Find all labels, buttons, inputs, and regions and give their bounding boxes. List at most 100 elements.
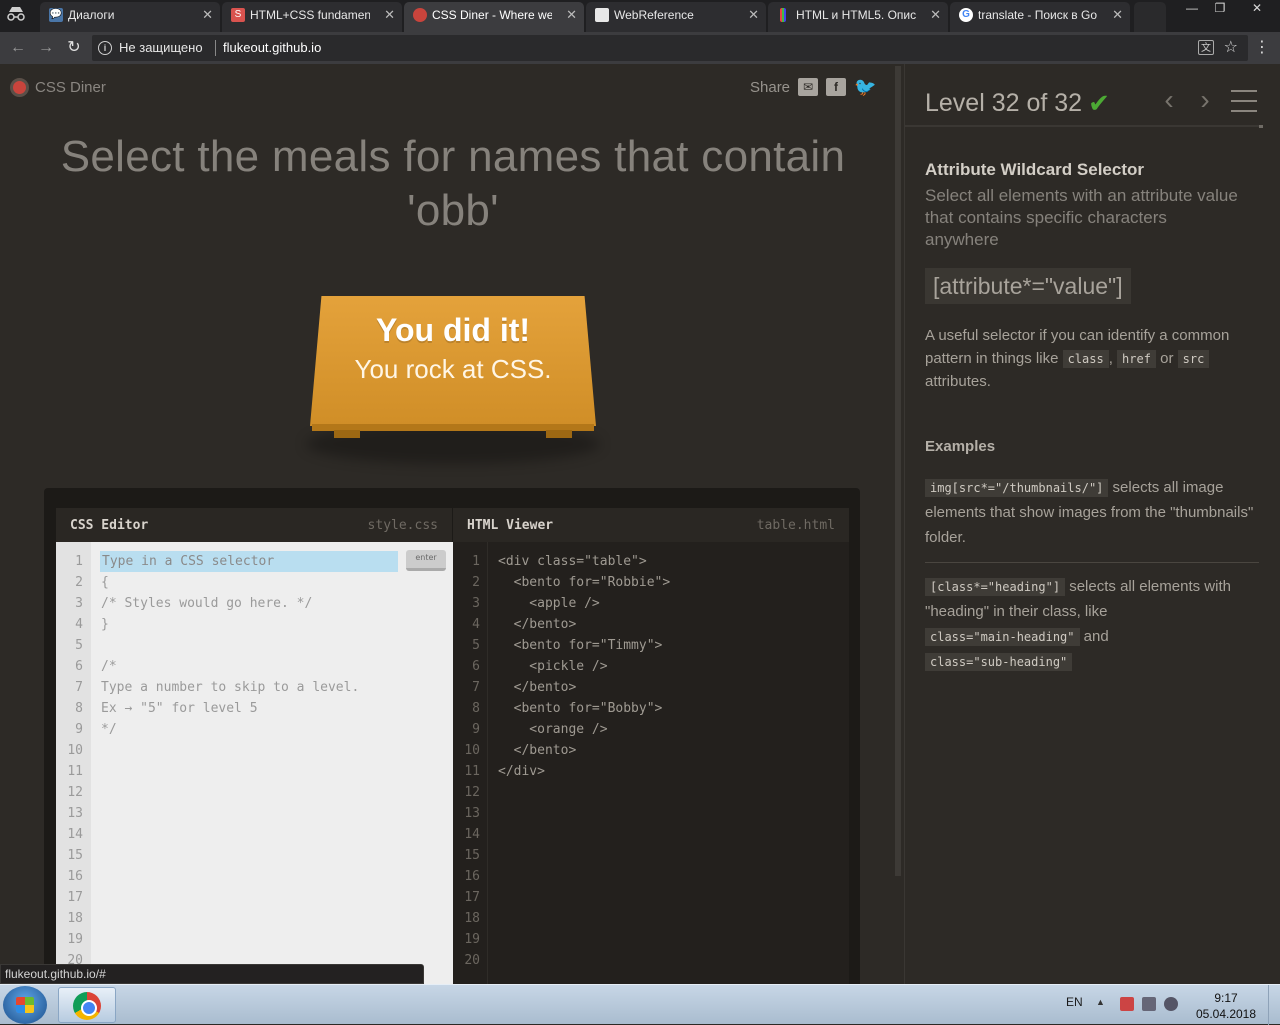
line-number: 3: [472, 596, 480, 611]
selector-help: A useful selector if you can identify a …: [925, 324, 1261, 393]
success-title: You did it!: [375, 312, 531, 348]
twitter-icon[interactable]: 🐦: [854, 78, 876, 96]
code-text: <orange />: [498, 722, 608, 737]
help-text: attributes.: [925, 373, 991, 390]
level-indicator: Level 32 of 32 ✔: [925, 88, 1110, 119]
code-text: */: [101, 722, 117, 737]
help-text: ,: [1108, 350, 1113, 367]
system-clock[interactable]: 9:17 05.04.2018: [1186, 990, 1266, 1022]
windows-taskbar: EN ▲ 9:17 05.04.2018: [0, 984, 1280, 1025]
html-favicon-icon: [780, 8, 786, 22]
line-number: 15: [67, 848, 83, 863]
tray-expand-icon[interactable]: ▲: [1096, 997, 1105, 1007]
url-text[interactable]: flukeout.github.io: [223, 35, 321, 61]
line-number: 16: [464, 869, 480, 884]
line-number: 12: [67, 785, 83, 800]
example-code: class="sub-heading": [925, 653, 1073, 671]
line-number: 5: [472, 638, 480, 653]
network-icon[interactable]: [1142, 997, 1156, 1011]
code-text: Type a number to skip to a level.: [101, 680, 360, 695]
line-number: 20: [464, 953, 480, 968]
new-tab-button[interactable]: [1134, 2, 1166, 32]
tab-dialogs[interactable]: 💬 Диалоги ✕: [40, 2, 220, 32]
css-selector-input[interactable]: [100, 551, 398, 572]
line-number: 2: [472, 575, 480, 590]
line-number: 10: [67, 743, 83, 758]
google-favicon-icon: G: [959, 8, 973, 22]
site-logo[interactable]: CSS Diner: [10, 78, 106, 97]
css-editor-title: CSS Editor: [70, 517, 149, 533]
logo-text: CSS Diner: [35, 79, 106, 96]
back-arrow-icon[interactable]: ←: [8, 38, 28, 58]
share-label: Share: [750, 78, 791, 96]
reload-icon[interactable]: ↻: [64, 38, 84, 58]
code-text: <bento for="Timmy">: [498, 638, 663, 653]
bookmark-star-icon[interactable]: ☆: [1224, 37, 1238, 57]
close-icon[interactable]: ✕: [566, 2, 577, 28]
info-icon[interactable]: i: [98, 41, 112, 55]
code-text: /*: [101, 659, 117, 674]
html-viewer-title: HTML Viewer: [467, 517, 554, 533]
css-diner-page: CSS Diner Share ✉ f 🐦 Select the meals f…: [0, 64, 1280, 984]
show-desktop-button[interactable]: [1268, 985, 1280, 1025]
email-icon[interactable]: ✉: [798, 78, 819, 96]
language-indicator[interactable]: EN: [1066, 995, 1083, 1009]
flag-alert-icon[interactable]: [1120, 997, 1134, 1011]
level-text: Level 32 of 32: [925, 89, 1083, 117]
close-icon[interactable]: ✕: [202, 2, 213, 28]
line-number: 6: [75, 659, 83, 674]
selector-syntax: [attribute*="value"]: [925, 268, 1131, 304]
close-icon[interactable]: ✕: [384, 2, 395, 28]
start-button[interactable]: [3, 986, 47, 1024]
example-code: img[src*="/thumbnails/"]: [925, 479, 1109, 497]
forward-arrow-icon[interactable]: →: [36, 38, 56, 58]
level-menu-icon[interactable]: [1231, 90, 1257, 120]
tab-html-css-fundamentals[interactable]: S HTML+CSS fundament ✕: [222, 2, 402, 32]
line-number: 15: [464, 848, 480, 863]
window-controls: — ❐ ✕: [1178, 0, 1280, 18]
example-text: and: [1079, 628, 1109, 645]
line-number: 17: [67, 890, 83, 905]
tab-webreference[interactable]: WebReference ✕: [586, 2, 766, 32]
css-editor[interactable]: enter 12{3/* Styles would go here. */4}5…: [56, 542, 453, 984]
line-number: 16: [67, 869, 83, 884]
next-level-icon[interactable]: ›: [1195, 84, 1215, 116]
example-2: [class*="heading"] selects all elements …: [925, 574, 1259, 674]
level-instruction: Select the meals for names that contain …: [60, 132, 846, 235]
line-number: 10: [464, 743, 480, 758]
tab-css-diner[interactable]: CSS Diner - Where we ✕: [404, 2, 584, 32]
panel-resize-handle[interactable]: [895, 66, 901, 876]
security-label[interactable]: Не защищено: [119, 35, 203, 61]
restore-icon[interactable]: ❐: [1206, 0, 1234, 18]
selector-name: Attribute Wildcard Selector: [925, 160, 1144, 179]
tab-html-html5[interactable]: HTML и HTML5. Опис ✕: [768, 2, 948, 32]
enter-button[interactable]: enter: [406, 550, 446, 571]
window-close-icon[interactable]: ✕: [1234, 0, 1280, 18]
line-number: 11: [464, 764, 480, 779]
line-number: 6: [472, 659, 480, 674]
facebook-icon[interactable]: f: [826, 78, 847, 96]
code-text: </bento>: [498, 617, 577, 632]
tab-title: CSS Diner - Where we: [432, 8, 552, 22]
volume-icon[interactable]: [1164, 997, 1178, 1011]
address-bar[interactable]: i Не защищено flukeout.github.io 文 ☆: [92, 35, 1248, 61]
browser-menu-icon[interactable]: ⋮: [1254, 39, 1270, 57]
clock-date: 05.04.2018: [1195, 1007, 1257, 1021]
css-editor-filename: style.css: [367, 517, 438, 533]
table-leg-right: [546, 430, 572, 438]
taskbar-chrome-button[interactable]: [58, 987, 116, 1023]
code-chip: href: [1117, 350, 1156, 368]
line-number: 12: [464, 785, 480, 800]
close-icon[interactable]: ✕: [930, 2, 941, 28]
minimize-icon[interactable]: —: [1178, 0, 1206, 18]
html-viewer: 1 <div class="table"> 2 <bento for="Robbie…: [453, 542, 849, 984]
line-number: 7: [75, 680, 83, 695]
translate-icon[interactable]: 文: [1198, 40, 1214, 55]
previous-level-icon[interactable]: ‹: [1159, 84, 1179, 116]
line-number: 13: [67, 806, 83, 821]
code-text: <div class="table">: [498, 554, 647, 569]
tab-translate-search[interactable]: G translate - Поиск в Go ✕: [950, 2, 1130, 32]
close-icon[interactable]: ✕: [1112, 2, 1123, 28]
close-icon[interactable]: ✕: [748, 2, 759, 28]
windows-logo-icon-lower: [16, 1005, 34, 1013]
